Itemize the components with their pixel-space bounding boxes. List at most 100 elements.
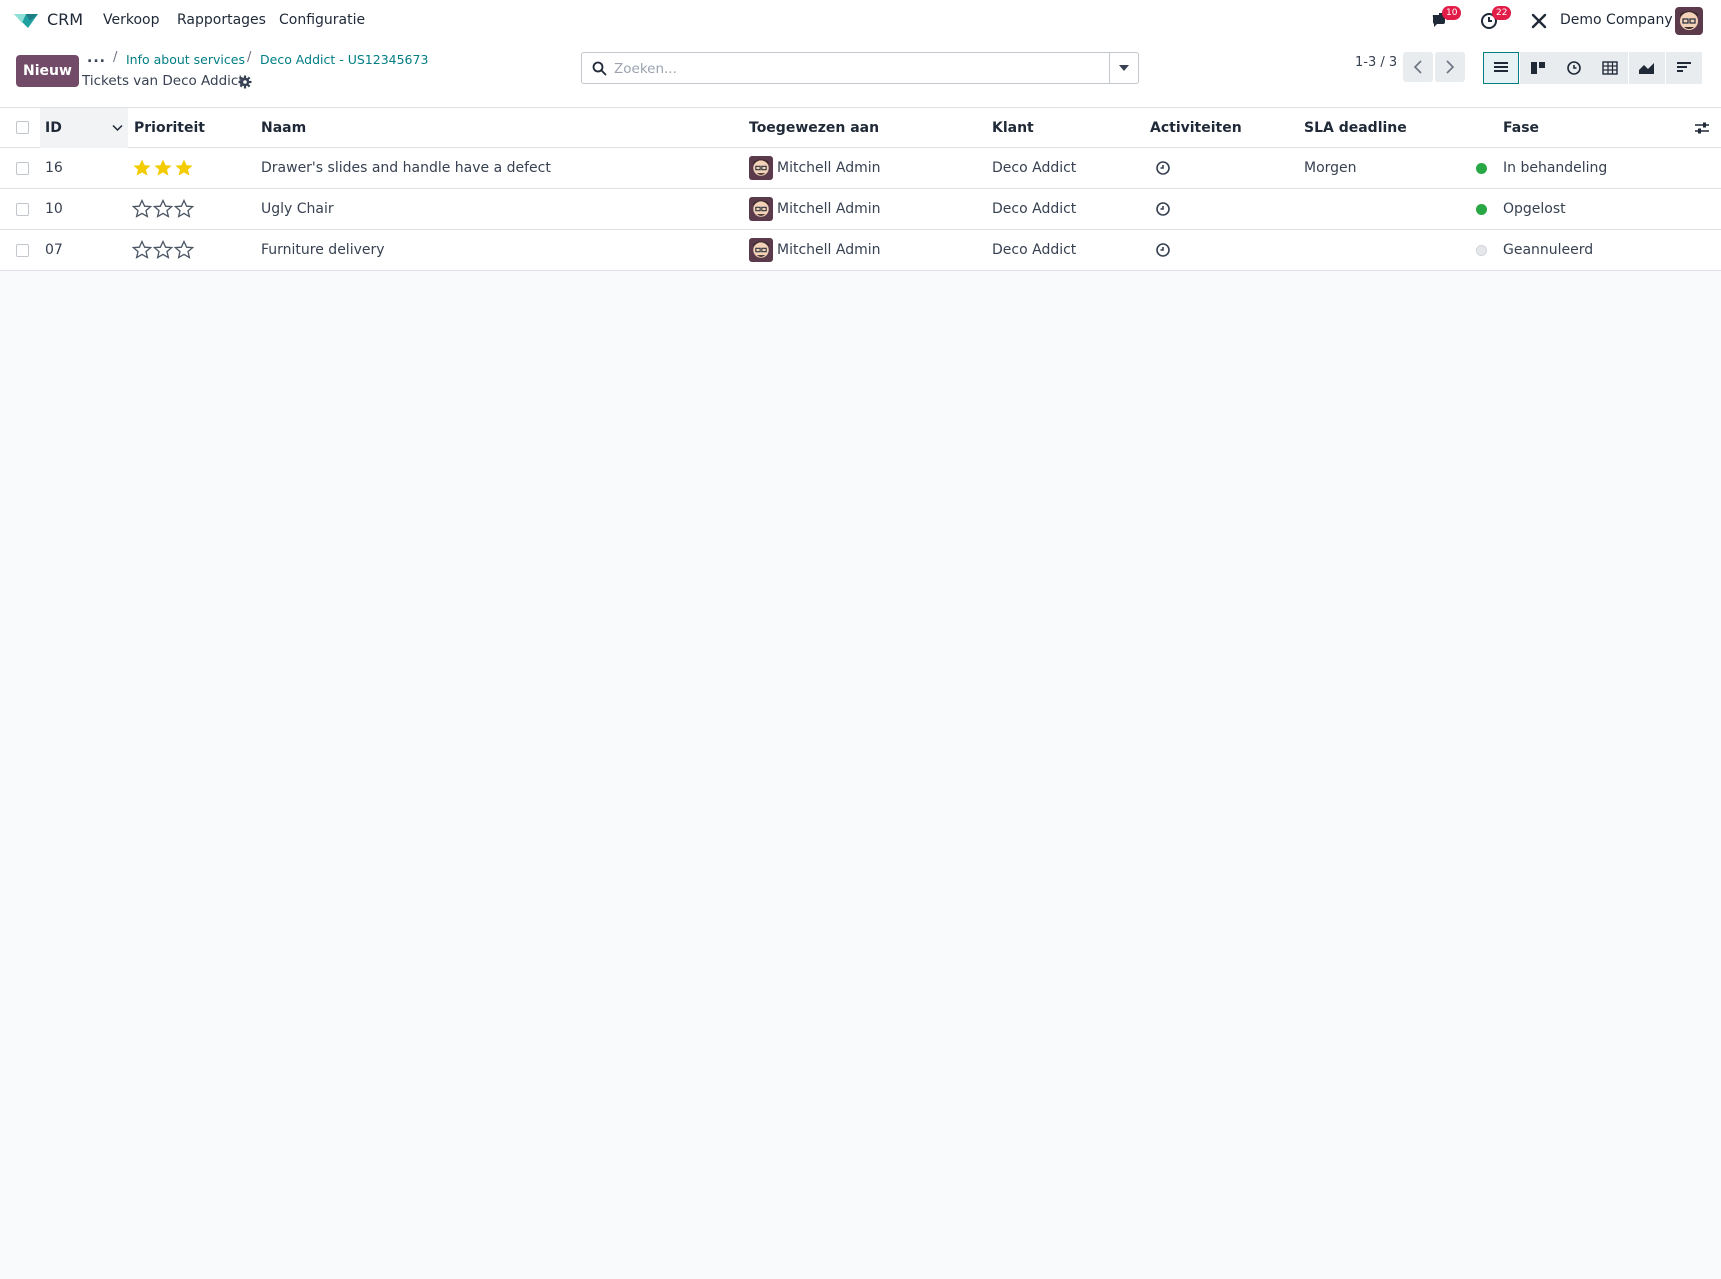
star-filled-icon[interactable] [132, 158, 152, 178]
clock-icon [1156, 161, 1170, 175]
stage-status-dot [1476, 244, 1487, 256]
assignee-name: Mitchell Admin [777, 242, 881, 258]
row-id: 16 [45, 160, 63, 176]
breadcrumb-more[interactable]: ... [87, 50, 106, 66]
star-empty-icon[interactable] [132, 240, 152, 260]
messages-button[interactable]: 10 [1430, 6, 1462, 32]
assignee-avatar [749, 156, 773, 180]
kanban-view-icon [1531, 62, 1545, 74]
avatar-icon [749, 156, 773, 180]
activities-button[interactable]: 22 [1480, 6, 1512, 32]
company-switcher[interactable]: Demo Company [1560, 12, 1673, 28]
menu-rapportages[interactable]: Rapportages [177, 12, 266, 28]
star-filled-icon[interactable] [153, 158, 173, 178]
row-select-cell [16, 189, 29, 229]
row-id: 10 [45, 201, 63, 217]
star-empty-icon[interactable] [153, 240, 173, 260]
breadcrumb-separator: / [247, 50, 252, 65]
pager-value[interactable]: 1-3 / 3 [1355, 55, 1397, 70]
chevron-left-icon [1413, 60, 1422, 74]
tickets-table: ID Prioriteit Naam Toegewezen aan Klant … [0, 108, 1721, 271]
column-sla[interactable]: SLA deadline [1304, 108, 1407, 147]
star-empty-icon[interactable] [174, 199, 194, 219]
assignee-avatar [749, 197, 773, 221]
debug-tools-button[interactable] [1530, 10, 1552, 32]
view-list-button[interactable] [1483, 52, 1519, 84]
table-row[interactable]: 16 Drawer's slides and handle have a def… [0, 148, 1721, 189]
row-name: Ugly Chair [261, 201, 334, 217]
pager-next-button[interactable] [1435, 52, 1465, 82]
activity-button[interactable] [1155, 189, 1171, 229]
app-name[interactable]: CRM [47, 10, 83, 29]
row-stage: In behandeling [1476, 148, 1607, 188]
row-id: 07 [45, 242, 63, 258]
table-row[interactable]: 07 Furniture delivery Mitchell Admin Dec… [0, 230, 1721, 271]
top-navbar: CRM Verkoop Rapportages Configuratie 10 … [0, 0, 1721, 42]
row-checkbox[interactable] [16, 202, 29, 216]
search-bar [581, 52, 1139, 84]
row-select-cell [16, 230, 29, 270]
assignee-name: Mitchell Admin [777, 160, 881, 176]
menu-configuratie[interactable]: Configuratie [279, 12, 365, 28]
star-empty-icon[interactable] [174, 240, 194, 260]
star-empty-icon[interactable] [132, 199, 152, 219]
gantt-view-icon [1677, 62, 1691, 72]
view-gantt-button[interactable] [1666, 52, 1702, 84]
column-priority[interactable]: Prioriteit [134, 108, 205, 147]
table-header: ID Prioriteit Naam Toegewezen aan Klant … [0, 108, 1721, 148]
assignee-name: Mitchell Admin [777, 201, 881, 217]
star-filled-icon[interactable] [174, 158, 194, 178]
row-assigned: Mitchell Admin [749, 230, 881, 270]
breadcrumb-separator: / [113, 50, 118, 65]
crm-logo-icon[interactable] [12, 11, 40, 31]
activity-button[interactable] [1155, 148, 1171, 188]
chevron-right-icon [1446, 60, 1455, 74]
sliders-icon [1695, 122, 1709, 133]
search-input[interactable] [614, 57, 1084, 81]
user-avatar[interactable] [1675, 7, 1703, 35]
control-panel: Nieuw ... / Info about services / Deco A… [0, 42, 1721, 108]
view-pivot-button[interactable] [1592, 52, 1628, 84]
table-row[interactable]: 10 Ugly Chair Mitchell Admin Deco Addict [0, 189, 1721, 230]
activity-button[interactable] [1155, 230, 1171, 270]
clock-view-icon [1567, 61, 1581, 75]
menu-verkoop[interactable]: Verkoop [103, 12, 160, 28]
view-kanban-button[interactable] [1520, 52, 1556, 84]
column-id[interactable]: ID [45, 108, 125, 147]
select-all-checkbox[interactable] [16, 121, 29, 134]
row-sla: Morgen [1304, 160, 1357, 176]
column-customer[interactable]: Klant [992, 108, 1034, 147]
view-activity-button[interactable] [1556, 52, 1592, 84]
priority-stars [132, 230, 195, 270]
optional-columns-toggle[interactable] [1694, 108, 1710, 147]
search-icon [592, 61, 607, 76]
clock-icon [1156, 202, 1170, 216]
star-empty-icon[interactable] [153, 199, 173, 219]
row-checkbox[interactable] [16, 243, 29, 257]
column-stage[interactable]: Fase [1503, 108, 1539, 147]
avatar-icon [1675, 7, 1703, 35]
pager-previous-button[interactable] [1403, 52, 1433, 82]
tools-icon [1531, 13, 1547, 29]
column-id-label: ID [45, 119, 62, 136]
select-all-cell [16, 108, 29, 147]
search-options-toggle[interactable] [1109, 53, 1138, 83]
column-name[interactable]: Naam [261, 108, 306, 147]
caret-down-icon [1119, 65, 1129, 71]
column-activities[interactable]: Activiteiten [1150, 108, 1242, 147]
sort-chevron-down-icon [112, 124, 123, 131]
breadcrumb-info-about-services[interactable]: Info about services [126, 52, 245, 67]
column-assigned[interactable]: Toegewezen aan [749, 108, 879, 147]
activities-badge: 22 [1492, 6, 1512, 20]
avatar-icon [749, 238, 773, 262]
new-button[interactable]: Nieuw [16, 55, 79, 87]
view-graph-button[interactable] [1629, 52, 1665, 84]
breadcrumb-deco-addict[interactable]: Deco Addict - US12345673 [260, 52, 428, 67]
stage-label: In behandeling [1503, 160, 1608, 176]
priority-stars [132, 189, 195, 229]
assignee-avatar [749, 238, 773, 262]
row-checkbox[interactable] [16, 161, 29, 175]
gear-icon[interactable] [238, 75, 252, 89]
stage-status-dot [1476, 203, 1487, 215]
stage-status-dot [1476, 162, 1487, 174]
